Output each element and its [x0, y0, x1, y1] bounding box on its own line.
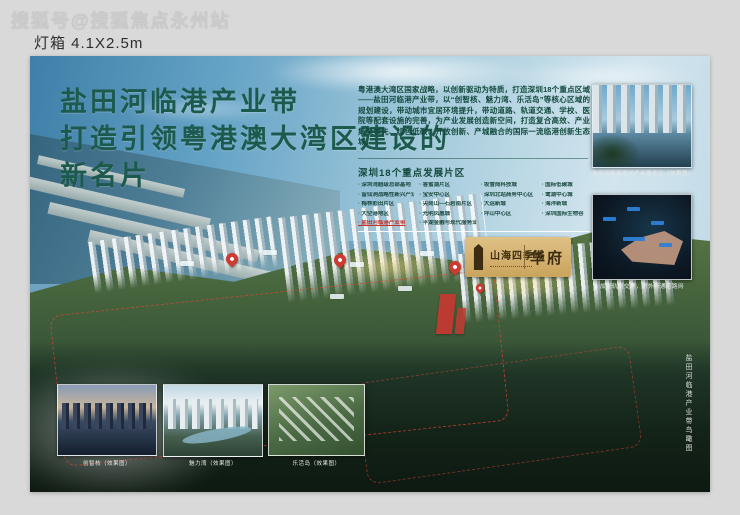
logo-name-block: 山海四季城 [490, 247, 519, 267]
sohu-watermark: 搜狐号@搜狐焦点永州站 [11, 7, 231, 33]
inset-caption: 乐活岛（效果图） [268, 459, 365, 467]
logo-divider [524, 245, 525, 269]
transit-label-chip [623, 237, 645, 241]
map-label-chip [350, 262, 364, 267]
zones-heading: 深圳18个重点发展片区 [358, 165, 465, 179]
district-column: 深圳湾超级总部基地 留仙洞战略性新兴产业基地 梅林彩田片区 大空港地区 盐田河临… [358, 182, 414, 227]
palm-tree-silhouette [592, 135, 639, 168]
inset-caption: 魅力湾（效果图） [163, 459, 263, 467]
district-item: 坪山中心区 [481, 211, 537, 218]
district-column: 香蜜湖片区 宝安中心区 尖岗山—石岩南片区 光明凤凰城 平湖金融与现代服务业基地 [419, 182, 475, 227]
inset-towers [593, 85, 691, 133]
district-item: 深圳湾超级总部基地 [358, 182, 414, 189]
inset-towers [168, 399, 258, 429]
key-districts-list: 深圳湾超级总部基地 留仙洞战略性新兴产业基地 梅林彩田片区 大空港地区 盐田河临… [358, 182, 598, 227]
lightbox-size-label: 灯箱 4.1X2.5m [34, 32, 143, 53]
inset-render-skyline [592, 84, 692, 168]
transit-label-chip [651, 221, 664, 225]
underline-rule [358, 231, 590, 232]
district-item: 国际低碳城 [542, 182, 598, 189]
district-column: 国际低碳城 鹭湖中心城 海洋新城 深圳国际生物谷 [542, 182, 598, 227]
district-item: 平湖金融与现代服务业基地 [419, 220, 475, 227]
map-label-chip [420, 251, 434, 256]
lightbox-poster: 盐田河临港产业带 打造引领粤港澳大湾区建设的 新名片 粤港澳大湾区国家战略，以创… [30, 56, 710, 492]
inset-render-rivertown [163, 384, 263, 457]
district-item: 深圳北站商务中心区 [481, 192, 537, 199]
district-item: 光明凤凰城 [419, 211, 475, 218]
district-item: 大运新城 [481, 201, 537, 208]
map-label-chip [330, 294, 344, 299]
logo-script-flourish [490, 264, 532, 267]
logo-suffix: 华府 [530, 247, 564, 268]
district-item: 留仙洞战略性新兴产业基地 [358, 192, 414, 199]
tower-emblem-icon [472, 244, 485, 270]
district-item: 宝安中心区 [419, 192, 475, 199]
section-divider [358, 158, 588, 159]
district-item-highlighted: 盐田河临港产业带 [358, 220, 414, 227]
transit-label-chip [627, 207, 640, 211]
district-item: 尖岗山—石岩南片区 [419, 201, 475, 208]
district-item: 海洋新城 [542, 201, 598, 208]
map-label-chip [398, 286, 412, 291]
inset-caption: 创智核（效果图） [57, 459, 157, 467]
district-column: 坂雪岗科技城 深圳北站商务中心区 大运新城 坪山中心区 [481, 182, 537, 227]
district-item: 大空港地区 [358, 211, 414, 218]
district-item: 香蜜湖片区 [419, 182, 475, 189]
logo-name: 山海四季城 [490, 247, 519, 262]
inset-towers [62, 403, 152, 429]
intro-paragraph: 粤港澳大湾区国家战略，以创新驱动为特质，打造深圳18个重点区域——盐田河临港产业… [358, 85, 590, 147]
district-item: 梅林彩田片区 [358, 201, 414, 208]
inset-caption: 加密轨道交通，对外畅通道路网 [592, 282, 692, 290]
inset-caption: 盐田河临港现代产业服务区（效果图） [592, 169, 692, 177]
project-logo-plaque: 山海四季城 华府 [465, 237, 571, 277]
inset-render-bay [57, 384, 157, 456]
district-item: 坂雪岗科技城 [481, 182, 537, 189]
inset-transit-map [592, 194, 692, 280]
transit-label-chip [659, 243, 672, 247]
district-item: 鹭湖中心城 [542, 192, 598, 199]
district-item: 深圳国际生物谷 [542, 211, 598, 218]
map-label-chip [180, 261, 194, 266]
inset-buildings [279, 397, 354, 441]
map-label-chip [263, 250, 277, 255]
inset-render-campus [268, 384, 365, 456]
transit-label-chip [603, 217, 616, 221]
aerial-view-caption: 盐田河临港产业带鸟瞰图 [683, 354, 693, 492]
